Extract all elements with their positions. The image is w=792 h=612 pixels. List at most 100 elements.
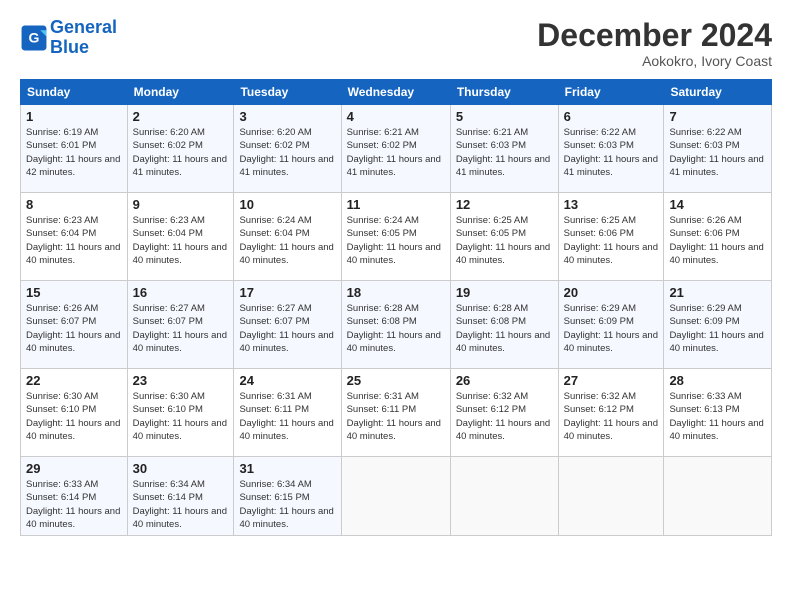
calendar-cell: 10 Sunrise: 6:24 AMSunset: 6:04 PMDayligh… [234, 193, 341, 281]
day-number: 21 [669, 285, 766, 300]
calendar-cell: 16 Sunrise: 6:27 AMSunset: 6:07 PMDayligh… [127, 281, 234, 369]
day-info: Sunrise: 6:20 AMSunset: 6:02 PMDaylight:… [133, 126, 229, 179]
day-info: Sunrise: 6:34 AMSunset: 6:15 PMDaylight:… [239, 478, 335, 531]
weekday-wednesday: Wednesday [341, 80, 450, 105]
day-info: Sunrise: 6:31 AMSunset: 6:11 PMDaylight:… [347, 390, 445, 443]
day-info: Sunrise: 6:29 AMSunset: 6:09 PMDaylight:… [564, 302, 659, 355]
header: G General Blue December 2024 Aokokro, Iv… [20, 18, 772, 69]
day-number: 29 [26, 461, 122, 476]
day-number: 17 [239, 285, 335, 300]
day-info: Sunrise: 6:23 AMSunset: 6:04 PMDaylight:… [133, 214, 229, 267]
day-info: Sunrise: 6:31 AMSunset: 6:11 PMDaylight:… [239, 390, 335, 443]
calendar-cell: 1 Sunrise: 6:19 AMSunset: 6:01 PMDaylight… [21, 105, 128, 193]
weekday-monday: Monday [127, 80, 234, 105]
calendar-cell: 30Sunrise: 6:34 AMSunset: 6:14 PMDayligh… [127, 457, 234, 536]
calendar-cell: 7 Sunrise: 6:22 AMSunset: 6:03 PMDaylight… [664, 105, 772, 193]
day-info: Sunrise: 6:29 AMSunset: 6:09 PMDaylight:… [669, 302, 766, 355]
day-number: 10 [239, 197, 335, 212]
calendar-cell: 23Sunrise: 6:30 AMSunset: 6:10 PMDayligh… [127, 369, 234, 457]
calendar-cell: 12 Sunrise: 6:25 AMSunset: 6:05 PMDayligh… [450, 193, 558, 281]
day-number: 18 [347, 285, 445, 300]
day-number: 13 [564, 197, 659, 212]
calendar-week-1: 1 Sunrise: 6:19 AMSunset: 6:01 PMDaylight… [21, 105, 772, 193]
day-number: 15 [26, 285, 122, 300]
calendar-cell: 14 Sunrise: 6:26 AMSunset: 6:06 PMDayligh… [664, 193, 772, 281]
calendar-cell: 6 Sunrise: 6:22 AMSunset: 6:03 PMDaylight… [558, 105, 664, 193]
calendar-cell: 2 Sunrise: 6:20 AMSunset: 6:02 PMDaylight… [127, 105, 234, 193]
calendar-cell: 21 Sunrise: 6:29 AMSunset: 6:09 PMDayligh… [664, 281, 772, 369]
day-info: Sunrise: 6:26 AMSunset: 6:06 PMDaylight:… [669, 214, 766, 267]
day-info: Sunrise: 6:28 AMSunset: 6:08 PMDaylight:… [456, 302, 553, 355]
calendar-cell [558, 457, 664, 536]
day-info: Sunrise: 6:28 AMSunset: 6:08 PMDaylight:… [347, 302, 445, 355]
day-info: Sunrise: 6:32 AMSunset: 6:12 PMDaylight:… [456, 390, 553, 443]
day-info: Sunrise: 6:25 AMSunset: 6:05 PMDaylight:… [456, 214, 553, 267]
day-info: Sunrise: 6:30 AMSunset: 6:10 PMDaylight:… [26, 390, 122, 443]
day-info: Sunrise: 6:22 AMSunset: 6:03 PMDaylight:… [564, 126, 659, 179]
day-number: 31 [239, 461, 335, 476]
calendar-cell: 13 Sunrise: 6:25 AMSunset: 6:06 PMDayligh… [558, 193, 664, 281]
day-number: 4 [347, 109, 445, 124]
calendar-cell: 26Sunrise: 6:32 AMSunset: 6:12 PMDayligh… [450, 369, 558, 457]
day-number: 8 [26, 197, 122, 212]
day-number: 5 [456, 109, 553, 124]
page: G General Blue December 2024 Aokokro, Iv… [0, 0, 792, 612]
calendar-cell: 4 Sunrise: 6:21 AMSunset: 6:02 PMDaylight… [341, 105, 450, 193]
weekday-thursday: Thursday [450, 80, 558, 105]
calendar-cell: 8 Sunrise: 6:23 AMSunset: 6:04 PMDaylight… [21, 193, 128, 281]
calendar-cell: 19 Sunrise: 6:28 AMSunset: 6:08 PMDayligh… [450, 281, 558, 369]
day-info: Sunrise: 6:27 AMSunset: 6:07 PMDaylight:… [239, 302, 335, 355]
day-info: Sunrise: 6:33 AMSunset: 6:14 PMDaylight:… [26, 478, 122, 531]
day-number: 9 [133, 197, 229, 212]
day-number: 22 [26, 373, 122, 388]
calendar-cell: 3Sunrise: 6:20 AMSunset: 6:02 PMDaylight… [234, 105, 341, 193]
calendar-cell: 18 Sunrise: 6:28 AMSunset: 6:08 PMDayligh… [341, 281, 450, 369]
day-info: Sunrise: 6:26 AMSunset: 6:07 PMDaylight:… [26, 302, 122, 355]
day-number: 23 [133, 373, 229, 388]
day-number: 19 [456, 285, 553, 300]
calendar-cell: 31 Sunrise: 6:34 AMSunset: 6:15 PMDayligh… [234, 457, 341, 536]
day-info: Sunrise: 6:24 AMSunset: 6:05 PMDaylight:… [347, 214, 445, 267]
day-number: 27 [564, 373, 659, 388]
day-info: Sunrise: 6:25 AMSunset: 6:06 PMDaylight:… [564, 214, 659, 267]
weekday-tuesday: Tuesday [234, 80, 341, 105]
calendar-week-4: 22 Sunrise: 6:30 AMSunset: 6:10 PMDayligh… [21, 369, 772, 457]
day-info: Sunrise: 6:27 AMSunset: 6:07 PMDaylight:… [133, 302, 229, 355]
calendar-cell: 25Sunrise: 6:31 AMSunset: 6:11 PMDayligh… [341, 369, 450, 457]
day-info: Sunrise: 6:20 AMSunset: 6:02 PMDaylight:… [239, 126, 335, 179]
day-info: Sunrise: 6:23 AMSunset: 6:04 PMDaylight:… [26, 214, 122, 267]
calendar-week-5: 29 Sunrise: 6:33 AMSunset: 6:14 PMDayligh… [21, 457, 772, 536]
title-area: December 2024 Aokokro, Ivory Coast [537, 18, 772, 69]
day-number: 12 [456, 197, 553, 212]
day-info: Sunrise: 6:24 AMSunset: 6:04 PMDaylight:… [239, 214, 335, 267]
calendar-cell: 9 Sunrise: 6:23 AMSunset: 6:04 PMDaylight… [127, 193, 234, 281]
day-number: 20 [564, 285, 659, 300]
day-number: 2 [133, 109, 229, 124]
day-info: Sunrise: 6:21 AMSunset: 6:02 PMDaylight:… [347, 126, 445, 179]
day-number: 16 [133, 285, 229, 300]
calendar-cell: 15 Sunrise: 6:26 AMSunset: 6:07 PMDayligh… [21, 281, 128, 369]
day-number: 11 [347, 197, 445, 212]
logo: G General Blue [20, 18, 117, 58]
calendar-cell: 17 Sunrise: 6:27 AMSunset: 6:07 PMDayligh… [234, 281, 341, 369]
day-number: 1 [26, 109, 122, 124]
calendar-cell [341, 457, 450, 536]
weekday-sunday: Sunday [21, 80, 128, 105]
location-subtitle: Aokokro, Ivory Coast [537, 53, 772, 69]
weekday-header-row: SundayMondayTuesdayWednesdayThursdayFrid… [21, 80, 772, 105]
calendar-table: SundayMondayTuesdayWednesdayThursdayFrid… [20, 79, 772, 536]
logo-text: General Blue [50, 18, 117, 58]
day-number: 7 [669, 109, 766, 124]
calendar-cell [450, 457, 558, 536]
calendar-week-3: 15 Sunrise: 6:26 AMSunset: 6:07 PMDayligh… [21, 281, 772, 369]
weekday-friday: Friday [558, 80, 664, 105]
day-info: Sunrise: 6:22 AMSunset: 6:03 PMDaylight:… [669, 126, 766, 179]
day-info: Sunrise: 6:19 AMSunset: 6:01 PMDaylight:… [26, 126, 122, 179]
calendar-week-2: 8 Sunrise: 6:23 AMSunset: 6:04 PMDaylight… [21, 193, 772, 281]
calendar-cell: 28Sunrise: 6:33 AMSunset: 6:13 PMDayligh… [664, 369, 772, 457]
day-number: 14 [669, 197, 766, 212]
weekday-saturday: Saturday [664, 80, 772, 105]
calendar-cell: 27Sunrise: 6:32 AMSunset: 6:12 PMDayligh… [558, 369, 664, 457]
day-number: 6 [564, 109, 659, 124]
day-number: 24 [239, 373, 335, 388]
